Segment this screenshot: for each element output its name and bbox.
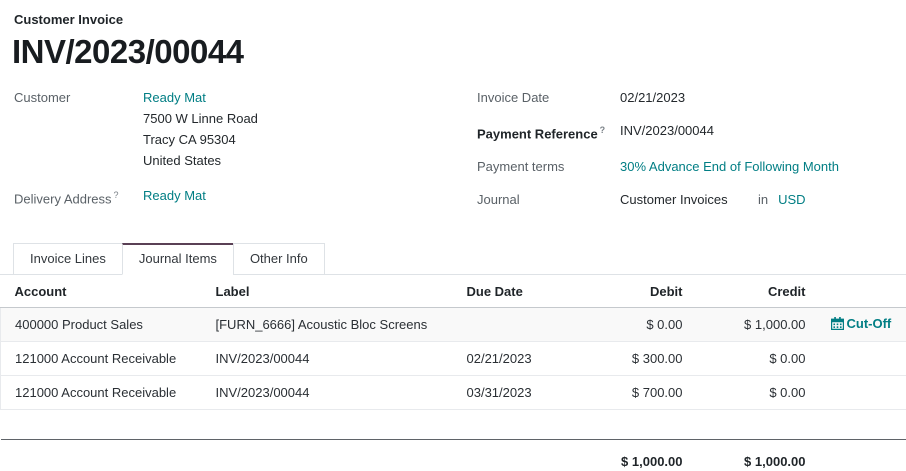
- field-delivery-address: Delivery Address? Ready Mat: [14, 185, 477, 209]
- field-payment-reference: Payment Reference? INV/2023/00044: [477, 120, 906, 144]
- cell-debit: $ 700.00: [587, 376, 691, 410]
- cell-account: 121000 Account Receivable: [1, 342, 216, 376]
- cell-due-date: [467, 308, 587, 342]
- column-header-action: [814, 275, 906, 308]
- payment-reference-label: Payment Reference?: [477, 120, 620, 144]
- payment-terms-link[interactable]: 30% Advance End of Following Month: [620, 156, 839, 177]
- table-row[interactable]: 121000 Account Receivable INV/2023/00044…: [1, 342, 906, 376]
- field-customer: Customer Ready Mat 7500 W Linne Road Tra…: [14, 87, 477, 171]
- table-row[interactable]: 400000 Product Sales [FURN_6666] Acousti…: [1, 308, 906, 342]
- column-header-account[interactable]: Account: [1, 275, 216, 308]
- delivery-address-link[interactable]: Ready Mat: [143, 185, 206, 209]
- customer-link[interactable]: Ready Mat: [143, 90, 206, 105]
- tab-other-info[interactable]: Other Info: [233, 243, 325, 275]
- column-header-label[interactable]: Label: [216, 275, 467, 308]
- field-journal: Journal Customer Invoicesin USD: [477, 189, 906, 210]
- cell-due-date: 02/21/2023: [467, 342, 587, 376]
- table-header-row: Account Label Due Date Debit Credit: [1, 275, 906, 308]
- field-payment-terms: Payment terms 30% Advance End of Followi…: [477, 156, 906, 177]
- field-invoice-date: Invoice Date 02/21/2023: [477, 87, 906, 108]
- total-debit: $ 1,000.00: [587, 440, 691, 471]
- address-line: Tracy CA 95304: [143, 129, 258, 150]
- journal-items-table: Account Label Due Date Debit Credit 4000…: [0, 275, 906, 471]
- cut-off-button[interactable]: Cut-Off: [831, 316, 892, 331]
- cell-label: INV/2023/00044: [216, 342, 467, 376]
- table-totals-row: $ 1,000.00 $ 1,000.00: [1, 440, 906, 471]
- help-icon: ?: [114, 190, 119, 200]
- cell-account: 400000 Product Sales: [1, 308, 216, 342]
- cut-off-label: Cut-Off: [847, 316, 892, 331]
- address-line: United States: [143, 150, 258, 171]
- table-spacer-row: [1, 410, 906, 440]
- payment-terms-label: Payment terms: [477, 156, 620, 177]
- calendar-icon: [831, 317, 844, 330]
- tab-journal-items[interactable]: Journal Items: [122, 243, 234, 275]
- journal-value: Customer Invoices: [620, 189, 758, 210]
- journal-currency-link[interactable]: USD: [778, 192, 805, 207]
- column-header-due-date[interactable]: Due Date: [467, 275, 587, 308]
- address-line: 7500 W Linne Road: [143, 108, 258, 129]
- column-header-credit[interactable]: Credit: [691, 275, 814, 308]
- cell-debit: $ 0.00: [587, 308, 691, 342]
- form-fields: Customer Ready Mat 7500 W Linne Road Tra…: [0, 87, 906, 222]
- cell-account: 121000 Account Receivable: [1, 376, 216, 410]
- journal-label: Journal: [477, 189, 620, 210]
- cell-label: [FURN_6666] Acoustic Bloc Screens: [216, 308, 467, 342]
- invoice-date-label: Invoice Date: [477, 87, 620, 108]
- payment-reference-value: INV/2023/00044: [620, 120, 714, 144]
- cell-credit: $ 0.00: [691, 342, 814, 376]
- help-icon: ?: [600, 125, 606, 135]
- tab-invoice-lines[interactable]: Invoice Lines: [13, 243, 123, 275]
- column-header-debit[interactable]: Debit: [587, 275, 691, 308]
- cell-credit: $ 1,000.00: [691, 308, 814, 342]
- cell-due-date: 03/31/2023: [467, 376, 587, 410]
- cell-credit: $ 0.00: [691, 376, 814, 410]
- cell-label: INV/2023/00044: [216, 376, 467, 410]
- invoice-date-value: 02/21/2023: [620, 87, 685, 108]
- customer-label: Customer: [14, 87, 143, 171]
- delivery-address-label: Delivery Address?: [14, 185, 143, 209]
- page-title: INV/2023/00044: [12, 33, 906, 71]
- breadcrumb: Customer Invoice: [0, 0, 906, 27]
- cell-debit: $ 300.00: [587, 342, 691, 376]
- notebook-tabs: Invoice Lines Journal Items Other Info: [0, 242, 906, 275]
- journal-in-text: in: [758, 192, 768, 207]
- table-row[interactable]: 121000 Account Receivable INV/2023/00044…: [1, 376, 906, 410]
- total-credit: $ 1,000.00: [691, 440, 814, 471]
